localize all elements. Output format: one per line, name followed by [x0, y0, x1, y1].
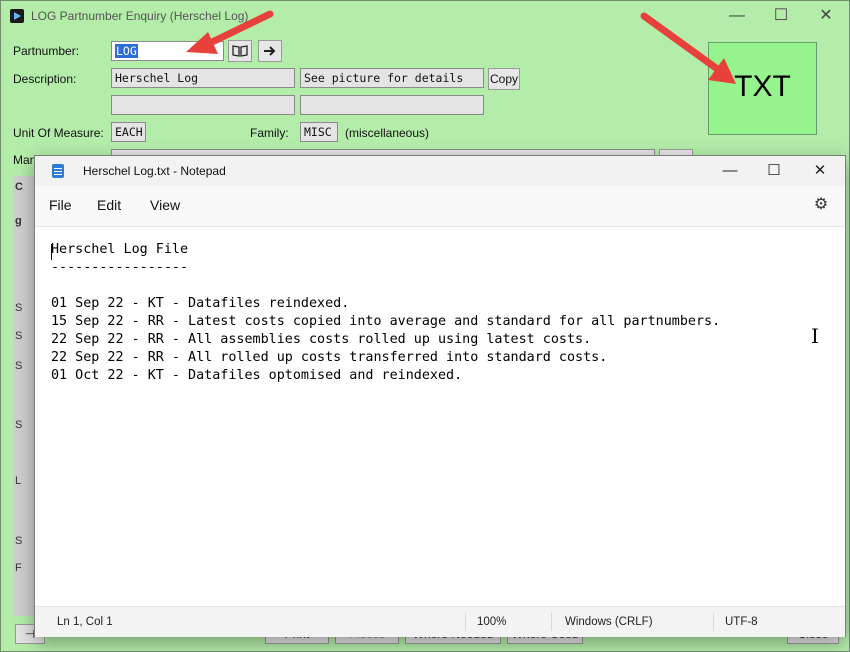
text-caret: [51, 244, 52, 260]
bg-label-4: S: [15, 330, 23, 342]
app-icon: [10, 9, 24, 23]
notepad-maximize-button[interactable]: ☐: [752, 160, 796, 182]
zoom-level: 100%: [477, 616, 507, 628]
description-field-1[interactable]: Herschel Log: [111, 68, 295, 88]
text-line: 22 Sep 22 - RR - All assemblies costs ro…: [51, 332, 592, 347]
book-icon: [232, 45, 248, 57]
family-label: Family:: [250, 126, 289, 140]
notepad-close-button[interactable]: ✕: [798, 160, 842, 182]
text-line: [51, 278, 821, 296]
bg-label-8: S: [15, 535, 23, 547]
cursor-position: Ln 1, Col 1: [57, 616, 113, 628]
text-line: -----------------: [51, 260, 189, 275]
uom-field[interactable]: EACH: [111, 122, 146, 142]
text-line: Herschel Log File: [51, 242, 189, 257]
status-divider: [551, 613, 552, 631]
bg-label-3: S: [15, 302, 23, 314]
text-line: 01 Sep 22 - KT - Datafiles reindexed.: [51, 296, 350, 311]
manufacturer-label: Man: [13, 153, 37, 167]
description-field-3[interactable]: [111, 95, 295, 115]
notepad-status-bar: Ln 1, Col 1 100% Windows (CRLF) UTF-8: [35, 606, 845, 637]
description-field-4[interactable]: [300, 95, 484, 115]
uom-label: Unit Of Measure:: [13, 126, 104, 140]
go-button[interactable]: [258, 40, 282, 62]
ibeam-cursor-icon: I: [811, 324, 819, 348]
bg-label-6: S: [15, 419, 23, 431]
bg-label-2: g: [15, 215, 22, 227]
text-line: 01 Oct 22 - KT - Datafiles optomised and…: [51, 368, 463, 383]
lookup-button[interactable]: [228, 40, 252, 62]
family-description: (miscellaneous): [345, 126, 430, 140]
menu-view[interactable]: View: [150, 197, 180, 213]
encoding: UTF-8: [725, 616, 758, 628]
notepad-icon: [52, 164, 64, 178]
notepad-menu-bar: File Edit View ⚙: [35, 186, 845, 227]
description-label: Description:: [13, 72, 77, 86]
notepad-title: Herschel Log.txt - Notepad: [83, 164, 226, 178]
bg-label-5: S: [15, 360, 23, 372]
copy-button[interactable]: Copy: [488, 68, 520, 90]
notepad-minimize-button[interactable]: —: [708, 160, 752, 182]
menu-edit[interactable]: Edit: [97, 197, 121, 213]
gear-icon[interactable]: ⚙: [812, 196, 830, 214]
notepad-window: Herschel Log.txt - Notepad — ☐ ✕ File Ed…: [34, 155, 846, 637]
bg-label-9: F: [15, 562, 22, 574]
status-divider: [713, 613, 714, 631]
description-field-2[interactable]: See picture for details: [300, 68, 484, 88]
txt-document-button[interactable]: TXT: [708, 42, 817, 135]
arrow-right-icon: [264, 46, 276, 56]
window-title: LOG Partnumber Enquiry (Herschel Log): [31, 9, 249, 23]
notepad-text-area[interactable]: Herschel Log File ----------------- 01 S…: [51, 242, 821, 386]
minimize-button[interactable]: —: [715, 5, 759, 27]
partnumber-label: Partnumber:: [13, 44, 80, 58]
close-button[interactable]: ✕: [804, 5, 848, 27]
menu-file[interactable]: File: [49, 197, 72, 213]
bg-label-7: L: [15, 475, 22, 487]
maximize-button[interactable]: ☐: [759, 5, 803, 27]
title-bar: LOG Partnumber Enquiry (Herschel Log) — …: [1, 1, 849, 31]
text-line: 22 Sep 22 - RR - All rolled up costs tra…: [51, 350, 608, 365]
line-endings: Windows (CRLF): [565, 616, 653, 628]
notepad-title-bar: Herschel Log.txt - Notepad — ☐ ✕: [35, 156, 845, 186]
partnumber-input[interactable]: LOG: [111, 41, 224, 61]
family-field[interactable]: MISC: [300, 122, 338, 142]
text-line: 15 Sep 22 - RR - Latest costs copied int…: [51, 314, 721, 329]
bg-label-1: C: [15, 181, 23, 193]
partnumber-value: LOG: [115, 44, 138, 58]
status-divider: [465, 613, 466, 631]
